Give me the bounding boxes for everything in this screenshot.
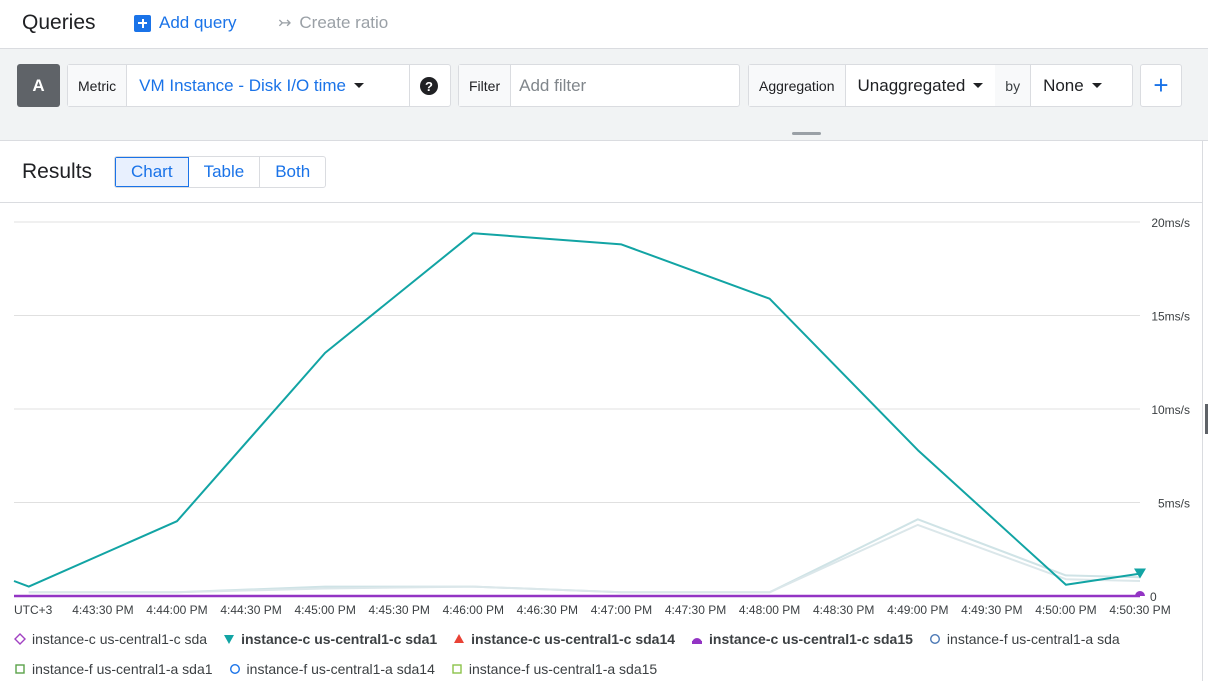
legend-label: instance-c us-central1-c sda14 [471,631,676,647]
legend-square-icon [15,664,25,674]
x-tick-label: 4:44:00 PM [146,603,207,617]
create-ratio-label: Create ratio [299,13,389,32]
x-tick-label: 4:44:30 PM [220,603,281,617]
query-editor: A Metric VM Instance - Disk I/O time Fil… [0,49,1208,141]
help-icon[interactable]: ? [420,77,438,95]
x-tick-label: 4:47:00 PM [591,603,652,617]
y-tick-label: 5ms/s [1158,497,1190,511]
x-tick-label: 4:47:30 PM [665,603,726,617]
queries-title: Queries [22,11,96,34]
legend-item[interactable]: instance-c us-central1-c sda [14,631,207,647]
legend-diamond-icon [14,633,26,645]
legend-circle-icon [929,633,940,645]
metric-selector[interactable]: Metric VM Instance - Disk I/O time [67,64,451,107]
chevron-down-icon [973,83,984,88]
legend-row: instance-c us-central1-c sda instance-c u… [14,624,1194,654]
add-box-icon [134,14,151,32]
by-label: by [995,65,1032,106]
legend-square-icon [452,664,462,674]
queries-header: Queries Add query ↣ Create ratio [0,0,1208,49]
timezone-label: UTC+3 [14,603,53,617]
resize-handle[interactable] [792,132,821,135]
metric-value-dropdown[interactable]: VM Instance - Disk I/O time [127,76,376,96]
legend-item[interactable]: instance-f us-central1-a sda15 [451,661,657,677]
y-tick-label: 10ms/s [1151,403,1190,417]
x-tick-label: 4:49:30 PM [961,603,1022,617]
legend-half-circle-icon [692,638,703,644]
aggregation-label: Aggregation [749,65,846,106]
legend-label: instance-c us-central1-c sda1 [241,631,438,647]
metric-value: VM Instance - Disk I/O time [139,75,347,95]
legend-label: instance-f us-central1-a sda1 [32,661,213,677]
filter-box: Filter [458,64,740,107]
tab-chart[interactable]: Chart [115,157,189,187]
y-tick-label: 20ms/s [1151,216,1190,230]
metric-label: Metric [68,65,128,106]
aggregation-selector: Aggregation Unaggregated by None [748,64,1133,107]
legend-item[interactable]: instance-f us-central1-a sda [929,631,1120,647]
legend-item[interactable]: instance-c us-central1-c sda1 [223,631,437,647]
legend-label: instance-c us-central1-c sda [32,631,208,647]
query-badge[interactable]: A [17,64,60,107]
add-query-label: Add query [159,13,237,32]
x-tick-label: 4:46:00 PM [443,603,504,617]
x-tick-label: 4:45:00 PM [294,603,355,617]
filter-input[interactable] [511,75,712,96]
filter-label: Filter [459,65,512,106]
legend-label: instance-f us-central1-a sda14 [246,661,435,677]
legend-item[interactable]: instance-c us-central1-c sda15 [691,631,913,647]
legend-item[interactable]: instance-c us-central1-c sda14 [453,631,675,647]
legend-label: instance-f us-central1-a sda15 [468,661,658,677]
add-aggregation-button[interactable]: + [1140,64,1182,107]
legend-circle-icon [229,663,240,675]
legend-label: instance-f us-central1-a sda [946,631,1120,647]
legend-item[interactable]: instance-f us-central1-a sda1 [14,661,213,677]
x-tick-label: 4:50:00 PM [1035,603,1096,617]
legend-row: instance-f us-central1-a sda1 instance-f … [14,654,1194,681]
y-tick-label: 15ms/s [1151,310,1190,324]
x-tick-label: 4:45:30 PM [369,603,430,617]
x-tick-label: 4:48:00 PM [739,603,800,617]
results-title: Results [22,160,93,183]
legend-label: instance-c us-central1-c sda15 [709,631,913,647]
x-tick-label: 4:46:30 PM [517,603,578,617]
legend-triangle-up-icon [454,634,465,643]
series-line [28,523,1141,594]
legend-item[interactable]: instance-f us-central1-a sda14 [229,661,435,677]
aggregation-value: Unaggregated [857,75,966,95]
chart-legend: instance-c us-central1-c sda instance-c u… [14,624,1194,681]
chevron-down-icon [354,83,365,88]
metric-divider [409,64,410,107]
series-end-marker [1135,591,1145,596]
legend-triangle-down-icon [224,635,235,644]
group-by-value: None [1043,75,1084,95]
line-chart: 0 5ms/s 10ms/s 15ms/s 20ms/s UTC+3 4:43:30 PM 4… [13,216,1190,617]
aggregation-dropdown[interactable]: Unaggregated [846,76,996,96]
merge-arrow-icon: ↣ [278,15,292,32]
y-tick-label: 0 [1150,590,1157,604]
view-toggle: Chart Table Both [114,156,327,188]
add-query-button[interactable]: Add query [134,13,237,33]
series-line [13,232,1141,588]
results-header: Results Chart Table Both [0,141,1202,203]
x-tick-label: 4:48:30 PM [813,603,874,617]
x-tick-label: 4:49:00 PM [887,603,948,617]
create-ratio-button[interactable]: ↣ Create ratio [278,13,388,33]
x-tick-label: 4:50:30 PM [1109,603,1170,617]
series-line [28,518,1141,594]
x-tick-label: 4:43:30 PM [72,603,133,617]
tab-table[interactable]: Table [189,157,261,187]
chevron-down-icon [1091,83,1102,88]
group-by-dropdown[interactable]: None [1031,76,1114,96]
tab-both[interactable]: Both [260,157,325,187]
